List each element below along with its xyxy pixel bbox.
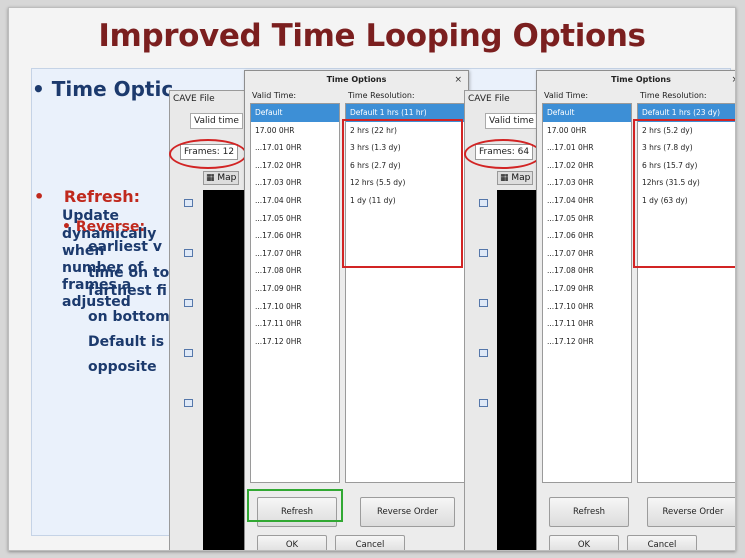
list-item[interactable]: ...17.10 0HR <box>251 298 339 316</box>
valid-time-header: Valid Time: <box>252 91 297 100</box>
toolbar-icon[interactable] <box>479 349 488 357</box>
slide-title: Improved Time Looping Options <box>98 18 646 54</box>
text-default-is: Default is <box>88 334 165 350</box>
list-item[interactable]: ...17.09 0HR <box>543 280 631 298</box>
map-tab[interactable]: ▦ Map <box>497 171 534 185</box>
time-resolution-header: Time Resolution: <box>640 91 707 100</box>
dialog-title: Time Options <box>326 75 387 84</box>
list-item[interactable]: Default <box>251 104 339 122</box>
ok-button[interactable]: OK <box>257 535 327 550</box>
resolution-highlight-left <box>342 119 463 268</box>
toolbar-icon[interactable] <box>184 349 193 357</box>
list-item[interactable]: ...17.10 0HR <box>543 298 631 316</box>
list-item[interactable]: ...17.02 0HR <box>251 157 339 175</box>
valid-time-list[interactable]: Default 17.00 0HR ...17.01 0HR ...17.02 … <box>542 103 632 483</box>
toolbar-icon[interactable] <box>479 299 488 307</box>
list-item[interactable]: ...17.05 0HR <box>543 210 631 228</box>
map-tab[interactable]: ▦ Map <box>203 171 240 185</box>
list-item[interactable]: ...17.08 0HR <box>251 262 339 280</box>
map-icon: ▦ <box>500 173 509 183</box>
toolbar-icon[interactable] <box>479 399 488 407</box>
valid-time-field[interactable]: Valid time <box>190 113 243 129</box>
ok-button[interactable]: OK <box>549 535 619 550</box>
map-icon: ▦ <box>206 173 215 183</box>
reverse-order-button[interactable]: Reverse Order <box>647 497 735 527</box>
list-item[interactable]: ...17.08 0HR <box>543 262 631 280</box>
close-icon[interactable]: × <box>731 71 735 89</box>
list-item[interactable]: ...17.07 0HR <box>543 245 631 263</box>
toolbar-icon[interactable] <box>479 249 488 257</box>
list-item[interactable]: ...17.07 0HR <box>251 245 339 263</box>
valid-time-header: Valid Time: <box>544 91 589 100</box>
cave-menu-bar[interactable]: CAVE File <box>468 94 510 104</box>
list-item[interactable]: ...17.12 0HR <box>251 333 339 351</box>
frames-highlight-right <box>464 139 542 169</box>
toolbar-icon[interactable] <box>479 199 488 207</box>
frames-highlight-left <box>169 139 247 169</box>
map-tab-label: Map <box>217 173 237 183</box>
list-item[interactable]: ...17.01 0HR <box>543 139 631 157</box>
toolbar-icon[interactable] <box>184 199 193 207</box>
list-item[interactable]: ...17.04 0HR <box>251 192 339 210</box>
reverse-order-button[interactable]: Reverse Order <box>360 497 455 527</box>
resolution-highlight-right <box>633 119 735 268</box>
bullet-dot: • <box>34 187 45 206</box>
text-opposite: opposite <box>88 359 157 375</box>
dialog-title: Time Options <box>611 75 671 84</box>
list-item[interactable]: ...17.03 0HR <box>543 174 631 192</box>
slide: Improved Time Looping Options • Time Opt… <box>8 7 736 551</box>
list-item[interactable]: ...17.09 0HR <box>251 280 339 298</box>
toolbar-icon[interactable] <box>184 399 193 407</box>
refresh-highlight <box>247 489 343 522</box>
text-farthest: farthest fi <box>88 283 167 299</box>
list-item[interactable]: ...17.11 0HR <box>251 315 339 333</box>
cancel-button[interactable]: Cancel <box>335 535 405 550</box>
list-item[interactable]: ...17.06 0HR <box>251 227 339 245</box>
list-item[interactable]: ...17.02 0HR <box>543 157 631 175</box>
cave-menu-bar[interactable]: CAVE File <box>173 94 215 104</box>
bullet-refresh-marker: • Refresh: <box>34 187 140 206</box>
list-item[interactable]: ...17.06 0HR <box>543 227 631 245</box>
refresh-button[interactable]: Refresh <box>549 497 629 527</box>
list-item[interactable]: ...17.05 0HR <box>251 210 339 228</box>
cancel-button[interactable]: Cancel <box>627 535 697 550</box>
list-item[interactable]: ...17.12 0HR <box>543 333 631 351</box>
bullet-time-options: • Time Optic <box>32 77 174 101</box>
text-on-bottom: on bottom <box>88 309 170 325</box>
text-earliest: earliest v <box>88 239 162 255</box>
time-resolution-header: Time Resolution: <box>348 91 415 100</box>
list-item[interactable]: 17.00 0HR <box>543 122 631 140</box>
text-time-on: time on to <box>88 265 170 281</box>
list-item[interactable]: ...17.03 0HR <box>251 174 339 192</box>
valid-time-list[interactable]: Default 17.00 0HR ...17.01 0HR ...17.02 … <box>250 103 340 483</box>
list-item[interactable]: ...17.11 0HR <box>543 315 631 333</box>
toolbar-icon[interactable] <box>184 299 193 307</box>
list-item[interactable]: ...17.04 0HR <box>543 192 631 210</box>
toolbar-icon[interactable] <box>184 249 193 257</box>
reverse-heading: • Reverse: <box>62 219 146 235</box>
list-item[interactable]: 17.00 0HR <box>251 122 339 140</box>
refresh-heading: Refresh: <box>63 187 140 206</box>
map-tab-label: Map <box>511 173 531 183</box>
close-icon[interactable]: × <box>454 71 462 89</box>
list-item[interactable]: Default <box>543 104 631 122</box>
list-item[interactable]: ...17.01 0HR <box>251 139 339 157</box>
valid-time-field[interactable]: Valid time <box>485 113 538 129</box>
